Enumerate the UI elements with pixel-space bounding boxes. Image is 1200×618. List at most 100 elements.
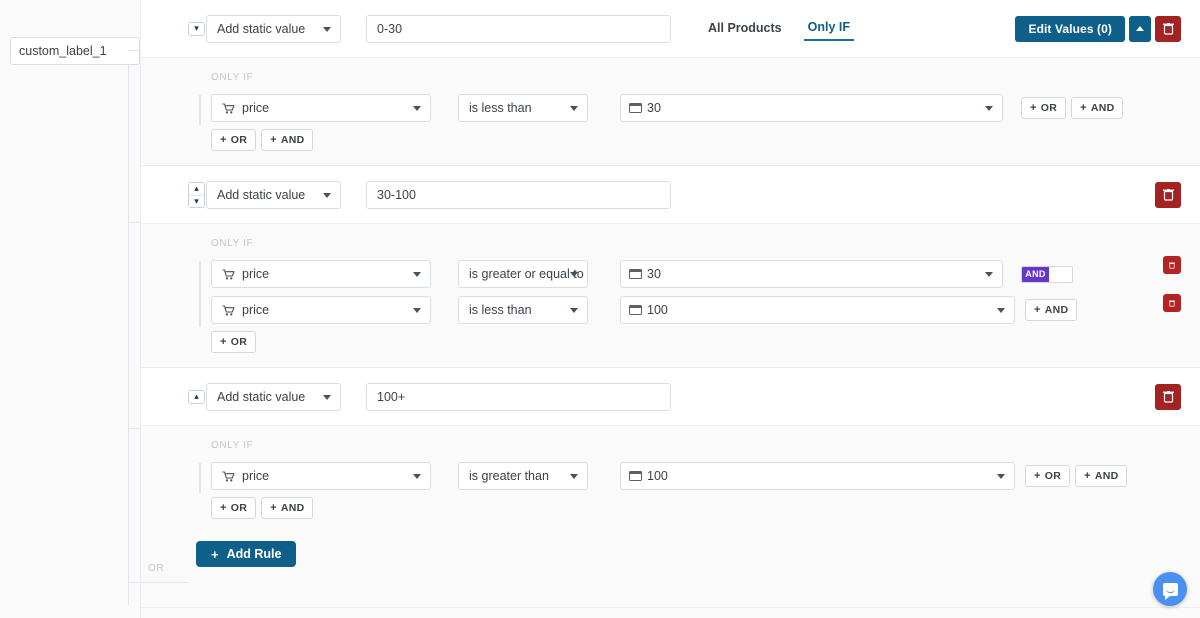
collapse-rule-button[interactable] bbox=[1129, 15, 1151, 42]
rule-stepper-3[interactable]: ▴ bbox=[188, 389, 205, 404]
condition-value-select-2-1[interactable]: 30 bbox=[620, 260, 1003, 288]
add-and-label-3-1: AND bbox=[1094, 470, 1119, 482]
condition-operator-label-3-1: is greater than bbox=[469, 469, 549, 483]
rule-header-actions-2 bbox=[1151, 181, 1181, 208]
condition-operator-label-2-2: is less than bbox=[469, 303, 532, 317]
plus-icon: + bbox=[1030, 102, 1037, 114]
trash-icon bbox=[1162, 390, 1174, 403]
tab-all-products[interactable]: All Products bbox=[704, 21, 786, 40]
rule-stepper-1[interactable]: ▾ bbox=[188, 21, 205, 36]
condition-value-label-3-1: 100 bbox=[647, 469, 668, 483]
condition-value-select-2-2[interactable]: 100 bbox=[620, 296, 1015, 324]
add-and-group-button-3[interactable]: + AND bbox=[261, 497, 314, 519]
chevron-up-icon[interactable]: ▴ bbox=[189, 390, 204, 403]
add-and-group-button-1[interactable]: + AND bbox=[261, 129, 314, 151]
plus-icon: + bbox=[220, 502, 227, 514]
condition-row: price is greater or equal to 30 AND bbox=[211, 256, 1200, 289]
condition-operator-select-2-2[interactable]: is less than bbox=[458, 296, 588, 324]
add-or-group-label-1: OR bbox=[230, 134, 248, 146]
add-and-label: AND bbox=[1090, 102, 1115, 114]
condition-field-select-1-1[interactable]: price bbox=[211, 94, 431, 122]
chevron-down-icon[interactable]: ▾ bbox=[189, 22, 204, 35]
plus-icon: + bbox=[1034, 470, 1041, 482]
rule-header-3: ▴ Add static value bbox=[141, 368, 1200, 426]
value-source-select-1[interactable]: Add static value bbox=[206, 14, 341, 43]
condition-operator-select-2-1[interactable]: is greater or equal to bbox=[458, 260, 588, 288]
add-or-group-button-1[interactable]: + OR bbox=[211, 129, 257, 151]
chevron-down-icon[interactable]: ▾ bbox=[189, 194, 204, 207]
condition-field-select-3-1[interactable]: price bbox=[211, 462, 431, 490]
card-icon bbox=[629, 305, 642, 315]
condition-value-select-1-1[interactable]: 30 bbox=[620, 94, 1003, 122]
custom-label-input[interactable] bbox=[10, 37, 140, 65]
delete-condition-button-2-1[interactable] bbox=[1163, 256, 1181, 274]
rule-stepper-2[interactable]: ▴ ▾ bbox=[188, 181, 205, 208]
static-value-input-1[interactable] bbox=[366, 14, 671, 43]
condition-value-select-3-1[interactable]: 100 bbox=[620, 462, 1015, 490]
chat-support-button[interactable] bbox=[1153, 572, 1187, 606]
tab-only-if[interactable]: Only IF bbox=[803, 20, 854, 41]
add-and-button[interactable]: + AND bbox=[1071, 97, 1124, 119]
trash-icon bbox=[1162, 188, 1174, 201]
bottom-divider bbox=[140, 607, 1200, 608]
rule-block-2: ▴ ▾ Add static value 30-100 ONLY IF pric… bbox=[141, 165, 1200, 367]
trash-icon bbox=[1169, 262, 1175, 269]
add-and-group-label-1: AND bbox=[280, 134, 305, 146]
edit-values-button[interactable]: Edit Values (0) bbox=[1015, 15, 1125, 42]
cart-icon bbox=[222, 268, 235, 280]
condition-operator-select-3-1[interactable]: is greater than bbox=[458, 462, 588, 490]
cart-icon bbox=[222, 102, 235, 114]
delete-condition-button-2-2[interactable] bbox=[1163, 294, 1181, 312]
add-and-button-2-2[interactable]: + AND bbox=[1025, 299, 1078, 321]
add-and-group-label-3: AND bbox=[280, 502, 305, 514]
condition-row-actions-2-1 bbox=[1163, 256, 1181, 274]
condition-field-label-3-1: price bbox=[242, 469, 270, 483]
condition-operator-select-1-1[interactable]: is less than bbox=[458, 94, 588, 122]
add-rule-button[interactable]: + Add Rule bbox=[196, 541, 297, 567]
rules-stack: ▾ Add static value All Products Only IF … bbox=[140, 0, 1200, 618]
add-or-label-3-1: OR bbox=[1044, 470, 1062, 482]
add-or-group-label-2: OR bbox=[230, 336, 248, 348]
condition-field-label-2-2: price bbox=[242, 303, 270, 317]
rule-tabs-1: All Products Only IF bbox=[704, 0, 872, 58]
value-source-select-3[interactable]: Add static value bbox=[206, 382, 341, 411]
add-or-button[interactable]: + OR bbox=[1021, 97, 1067, 119]
group-footer-buttons-1: + OR + AND bbox=[211, 129, 1200, 151]
add-or-group-button-2[interactable]: + OR bbox=[211, 331, 257, 353]
rule-header-actions-3 bbox=[1151, 383, 1181, 410]
add-and-button-3-1[interactable]: + AND bbox=[1075, 465, 1128, 487]
value-source-label-2: Add static value bbox=[217, 187, 306, 202]
plus-icon: + bbox=[270, 134, 277, 146]
card-icon bbox=[629, 471, 642, 481]
rule-builder-page: OR OR OR ▾ Add static value All Products… bbox=[0, 0, 1200, 618]
trash-icon bbox=[1162, 22, 1174, 35]
delete-rule-button-3[interactable] bbox=[1155, 383, 1181, 410]
condition-group-bar-3 bbox=[199, 463, 201, 493]
add-or-group-button-3[interactable]: + OR bbox=[211, 497, 257, 519]
condition-field-label-2-1: price bbox=[242, 267, 270, 281]
value-source-select-2[interactable]: Add static value bbox=[206, 180, 341, 209]
static-value-input-2[interactable] bbox=[366, 180, 671, 209]
and-or-toggle-2-1[interactable]: AND bbox=[1021, 265, 1073, 283]
plus-icon: + bbox=[1084, 470, 1091, 482]
rule-block-3: ▴ Add static value O bbox=[141, 367, 1200, 533]
condition-row: price is greater than 100 + OR + AND bbox=[211, 461, 1200, 491]
rule-header-2: ▴ ▾ Add static value bbox=[141, 166, 1200, 224]
static-value-input-3[interactable] bbox=[366, 382, 671, 411]
condition-field-select-2-1[interactable]: price bbox=[211, 260, 431, 288]
condition-operator-label-2-1: is greater or equal to bbox=[469, 267, 584, 281]
add-or-label: OR bbox=[1040, 102, 1058, 114]
add-or-button-3-1[interactable]: + OR bbox=[1025, 465, 1071, 487]
condition-field-select-2-2[interactable]: price bbox=[211, 296, 431, 324]
chevron-up-icon[interactable]: ▴ bbox=[189, 182, 204, 195]
conditions-wrap-3: price is greater than 100 + OR + AND bbox=[199, 461, 1200, 493]
only-if-label-2: ONLY IF bbox=[211, 238, 254, 249]
trash-icon bbox=[1169, 300, 1175, 307]
only-if-section-2: ONLY IF price is greater or equal to 30 … bbox=[141, 224, 1200, 367]
group-footer-buttons-3: + OR + AND bbox=[211, 497, 1200, 519]
delete-rule-button-1[interactable] bbox=[1155, 15, 1181, 42]
condition-row-buttons-2-2: + AND bbox=[1025, 299, 1082, 321]
delete-rule-button-2[interactable] bbox=[1155, 181, 1181, 208]
only-if-section-1: ONLY IF price is less than 30 + OR + AND… bbox=[141, 58, 1200, 165]
card-icon bbox=[629, 269, 642, 279]
